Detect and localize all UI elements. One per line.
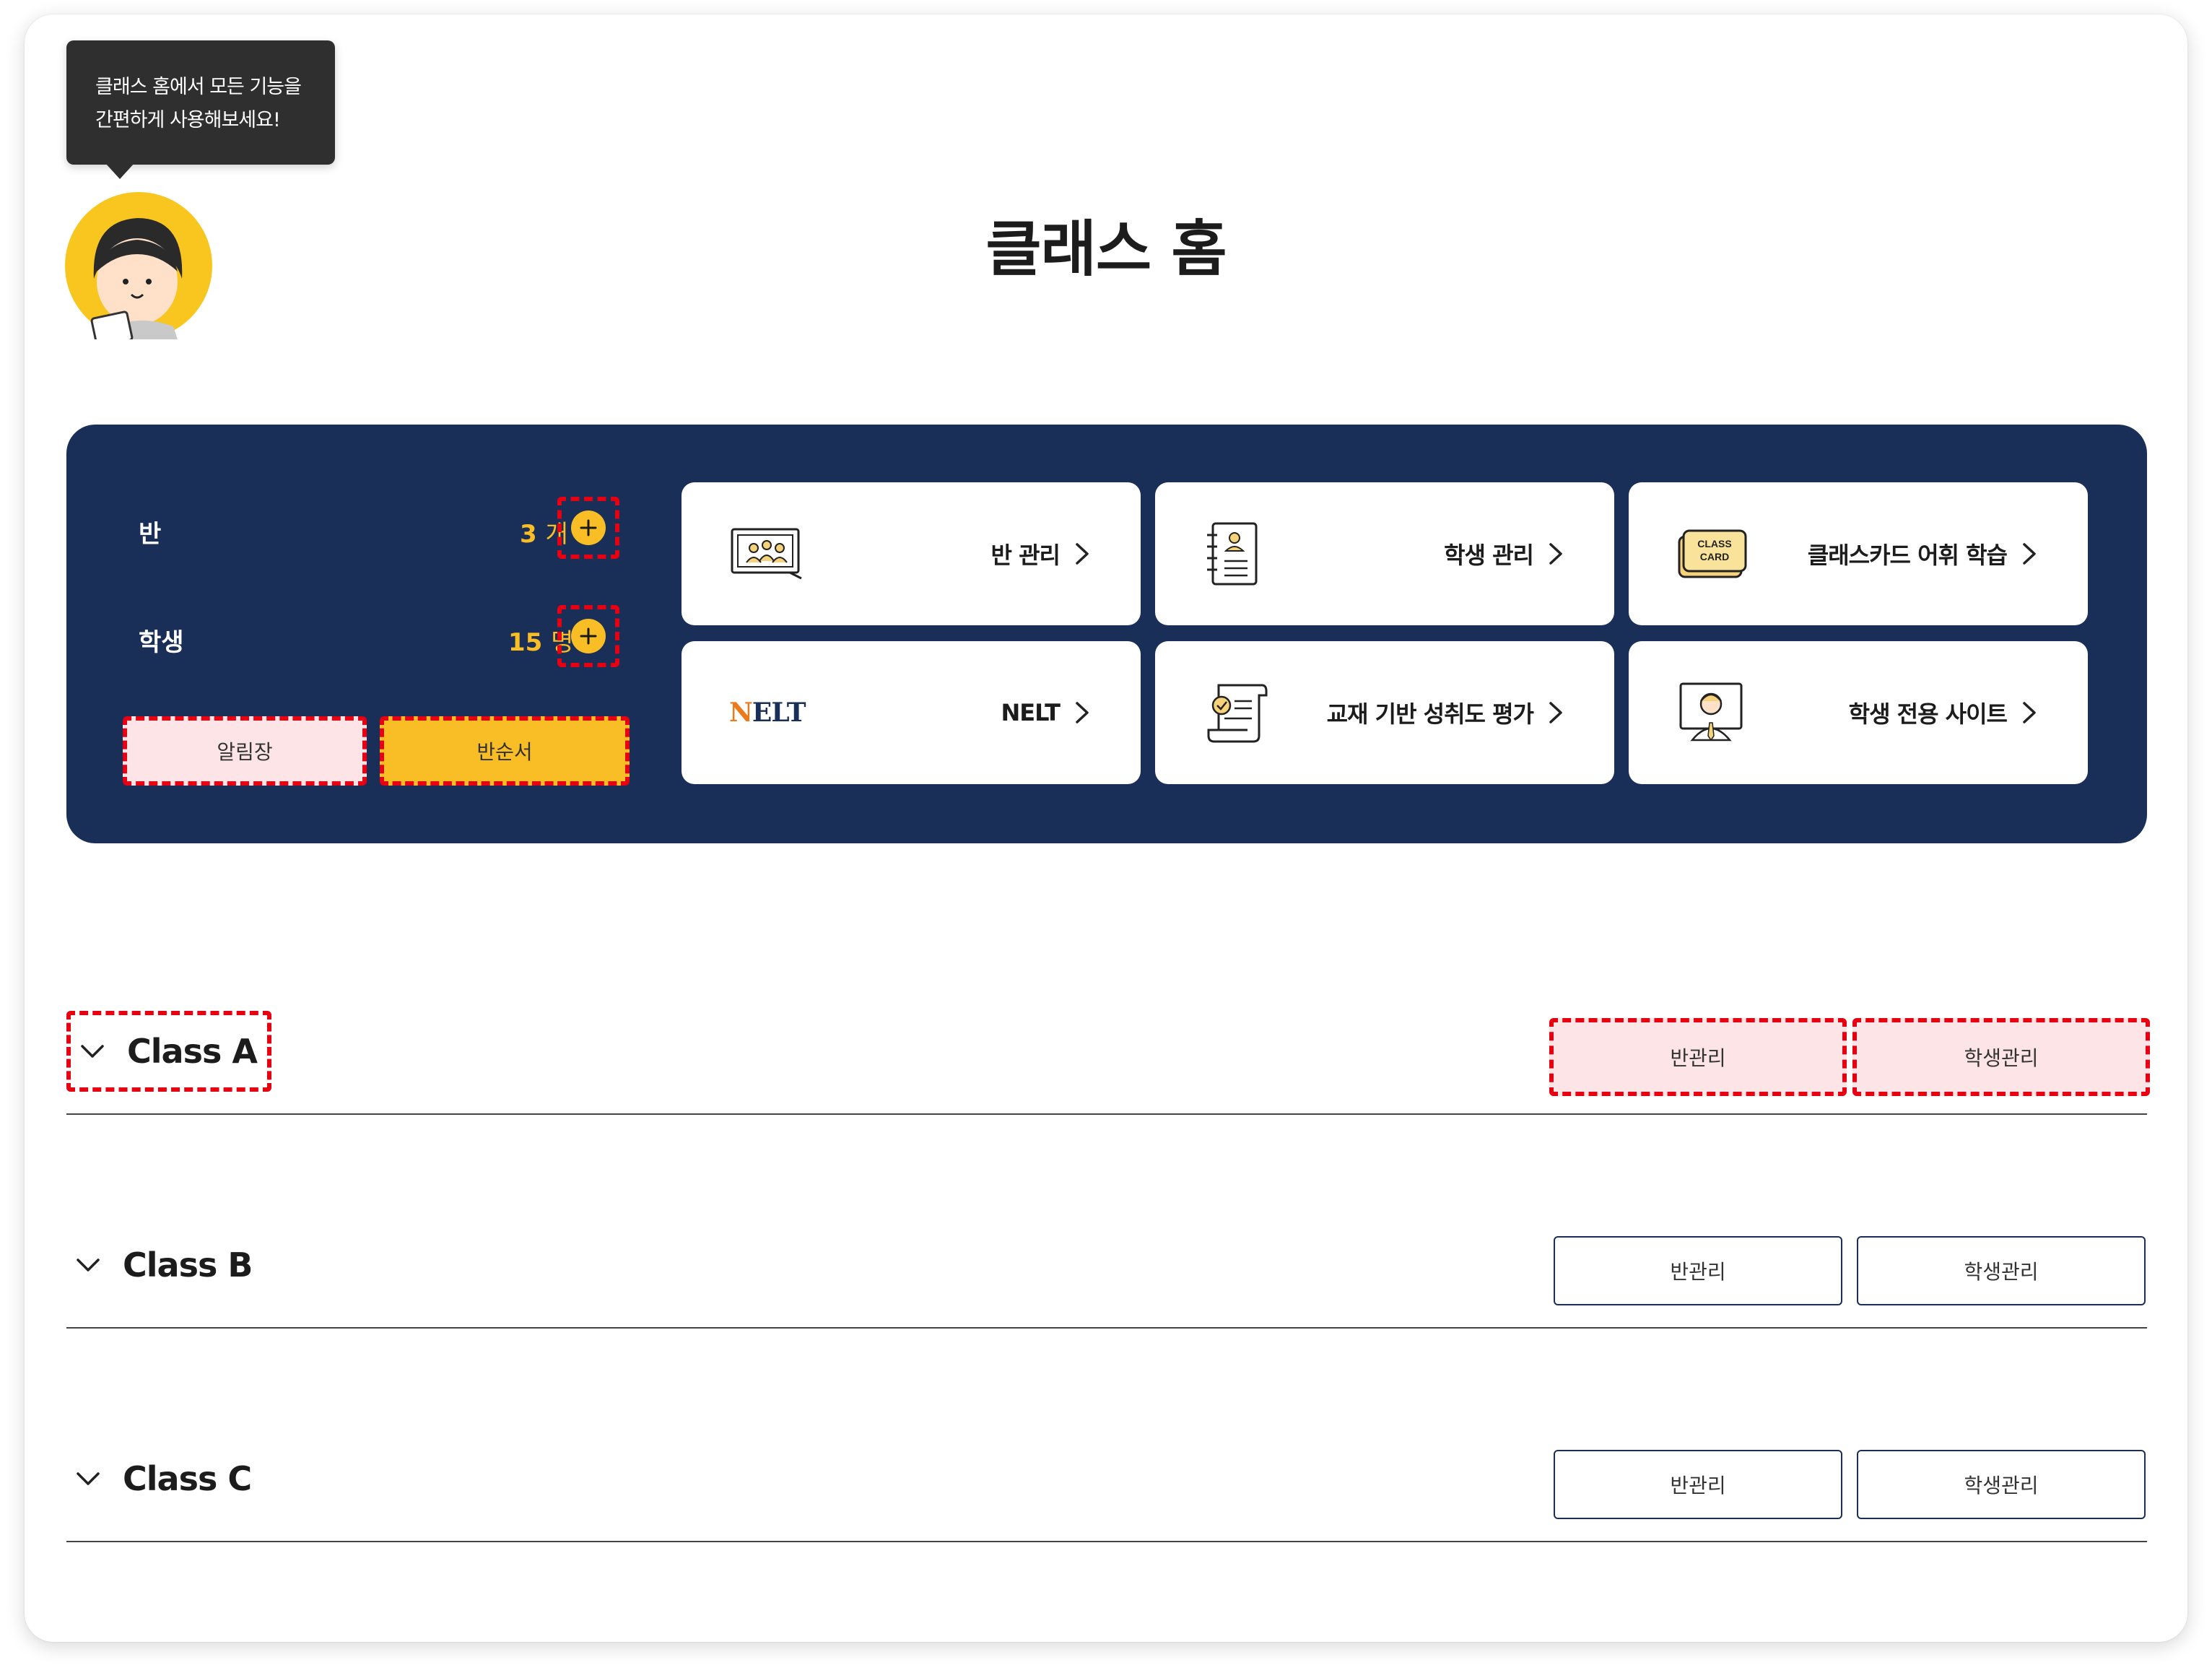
tile-label: 반 관리 bbox=[990, 542, 1061, 569]
plus-icon bbox=[571, 619, 606, 653]
nelt-logo: NELT bbox=[729, 680, 809, 745]
add-class-button[interactable] bbox=[557, 497, 619, 559]
chevron-down-icon bbox=[77, 1258, 100, 1271]
student-notebook-icon bbox=[1203, 521, 1282, 586]
class-name: Class A bbox=[127, 1032, 258, 1071]
student-board-icon bbox=[1676, 680, 1756, 745]
class-card-icon: CLASS CARD bbox=[1676, 521, 1756, 586]
tile-label: NELT bbox=[1001, 699, 1061, 726]
class-card-text-2: CARD bbox=[1700, 551, 1729, 562]
tile-student-site[interactable]: 학생 전용 사이트 bbox=[1629, 641, 2088, 784]
scroll-check-icon bbox=[1203, 680, 1282, 745]
chevron-down-icon bbox=[77, 1472, 100, 1485]
tooltip-arrow bbox=[105, 163, 134, 179]
nelt-logo-n: N bbox=[729, 697, 753, 728]
tooltip-line-1: 클래스 홈에서 모든 기능을 bbox=[95, 76, 302, 98]
class-row: Class B 반관리 학생관리 bbox=[66, 1199, 2147, 1329]
classes-count-value: 3 bbox=[520, 520, 537, 549]
tile-label: 학생 관리 bbox=[1444, 542, 1534, 569]
tile-class-card[interactable]: CLASS CARD 클래스카드 어휘 학습 bbox=[1629, 482, 2088, 625]
chevron-right-icon bbox=[1076, 543, 1089, 565]
student-manage-button[interactable]: 학생관리 bbox=[1857, 1236, 2146, 1305]
row-divider bbox=[66, 1541, 2147, 1542]
class-manage-button[interactable]: 반관리 bbox=[1554, 1450, 1842, 1519]
student-manage-button[interactable]: 학생관리 bbox=[1857, 1450, 2146, 1519]
add-student-button[interactable] bbox=[557, 605, 619, 667]
guide-tooltip: 클래스 홈에서 모든 기능을 간편하게 사용해보세요! bbox=[66, 40, 335, 165]
class-row: Class C 반관리 학생관리 bbox=[66, 1412, 2147, 1542]
class-manage-button[interactable]: 반관리 bbox=[1549, 1018, 1847, 1096]
chevron-right-icon bbox=[1549, 543, 1562, 565]
summary-panel: 반 3 개 학생 15 명 알림장 반순서 반 관리 학생 관리 CLASS C… bbox=[66, 425, 2147, 843]
page-title: 클래스 홈 bbox=[985, 214, 1227, 284]
chevron-right-icon bbox=[1549, 702, 1562, 723]
tooltip-line-2: 간편하게 사용해보세요! bbox=[95, 109, 281, 131]
row-divider bbox=[66, 1113, 2147, 1115]
class-name: Class C bbox=[123, 1459, 252, 1498]
tile-student-management[interactable]: 학생 관리 bbox=[1155, 482, 1614, 625]
tile-achievement-test[interactable]: 교재 기반 성취도 평가 bbox=[1155, 641, 1614, 784]
tile-label: 교재 기반 성취도 평가 bbox=[1326, 700, 1534, 728]
students-count-label: 학생 bbox=[139, 628, 184, 657]
class-toggle[interactable]: Class B bbox=[66, 1225, 253, 1305]
classes-count-label: 반 bbox=[139, 520, 162, 549]
nelt-logo-rest: ELT bbox=[752, 697, 806, 728]
chevron-down-icon bbox=[81, 1045, 104, 1058]
classroom-icon bbox=[729, 521, 809, 586]
tile-label: 클래스카드 어휘 학습 bbox=[1807, 542, 2008, 569]
class-order-button[interactable]: 반순서 bbox=[380, 716, 630, 786]
chevron-right-icon bbox=[2023, 543, 2036, 565]
row-divider bbox=[66, 1327, 2147, 1329]
tile-nelt[interactable]: NELT NELT bbox=[682, 641, 1141, 784]
tile-label: 학생 전용 사이트 bbox=[1848, 700, 2008, 728]
notice-button[interactable]: 알림장 bbox=[123, 716, 367, 786]
class-row: Class A 반관리 학생관리 bbox=[66, 985, 2150, 1115]
class-toggle[interactable]: Class A bbox=[66, 1011, 271, 1092]
students-count-value: 15 bbox=[508, 628, 543, 657]
chevron-right-icon bbox=[2023, 702, 2036, 723]
class-name: Class B bbox=[123, 1246, 253, 1284]
class-card-text-1: CLASS bbox=[1697, 538, 1731, 549]
tile-class-management[interactable]: 반 관리 bbox=[682, 482, 1141, 625]
chevron-right-icon bbox=[1076, 702, 1089, 723]
class-toggle[interactable]: Class C bbox=[66, 1438, 252, 1519]
class-manage-button[interactable]: 반관리 bbox=[1554, 1236, 1842, 1305]
student-manage-button[interactable]: 학생관리 bbox=[1852, 1018, 2150, 1096]
plus-icon bbox=[571, 510, 606, 545]
